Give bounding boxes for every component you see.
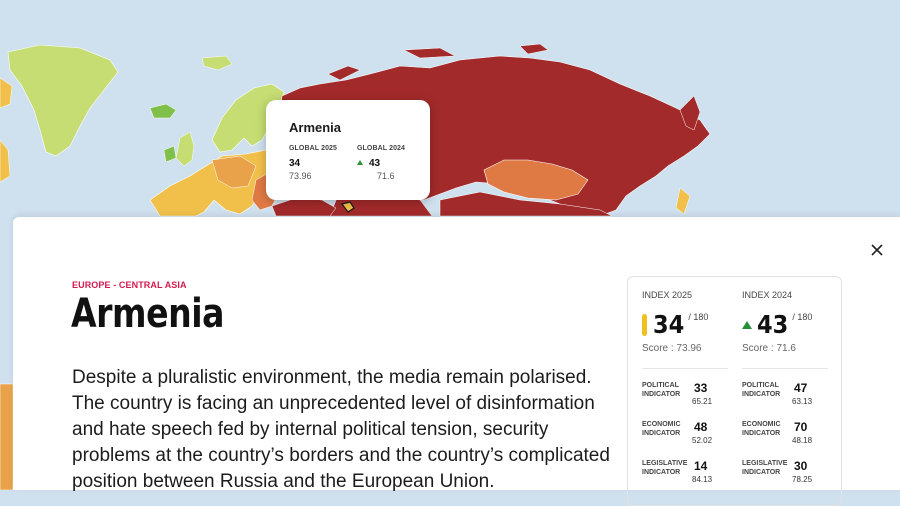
divider	[742, 368, 828, 369]
indicator-rank: 70	[794, 420, 808, 434]
tooltip-label-2024: GLOBAL 2024	[357, 145, 406, 152]
indicator-name: POLITICAL INDICATOR	[742, 382, 781, 398]
index-2024-of: / 180	[792, 312, 813, 322]
indicator-score: 52.02	[692, 436, 713, 445]
country-description: Despite a pluralistic environment, the m…	[72, 367, 610, 492]
indicator-row: POLITICAL INDICATOR 47 63.13	[742, 381, 832, 411]
tooltip-country-name: Armenia	[289, 120, 342, 135]
index-2025-score: Score : 73.96	[642, 343, 702, 354]
indicator-name: POLITICAL INDICATOR	[642, 382, 681, 398]
indicator-name: ECONOMIC INDICATOR	[642, 421, 681, 437]
index-2025-of: / 180	[688, 312, 709, 322]
rank-color-indicator	[642, 314, 647, 336]
indicator-row: ECONOMIC INDICATOR 70 48.18	[742, 420, 832, 450]
index-2024-column: INDEX 2024 43 / 180 Score : 71.6	[742, 290, 832, 354]
close-button[interactable]	[870, 243, 884, 257]
index-2024-score: Score : 71.6	[742, 343, 796, 354]
tooltip-rank-2025: 34	[289, 158, 301, 169]
close-icon	[871, 244, 883, 256]
tooltip-score-2025: 73.96	[289, 171, 312, 181]
region-label[interactable]: EUROPE - CENTRAL ASIA	[72, 280, 187, 290]
index-2024-rank: 43	[757, 310, 789, 339]
map-tooltip: Armenia GLOBAL 2025 34 73.96 GLOBAL 2024…	[266, 100, 430, 200]
tooltip-col-2025: GLOBAL 2025 34 73.96	[289, 145, 357, 181]
indicator-score: 65.21	[692, 397, 713, 406]
indicator-name: ECONOMIC INDICATOR	[742, 421, 781, 437]
indicator-score: 78.25	[792, 475, 813, 484]
indicator-row: LEGISLATIVE INDICATOR 14 84.13	[642, 459, 732, 489]
indicator-row: ECONOMIC INDICATOR 48 52.02	[642, 420, 732, 450]
indicator-rank: 48	[694, 420, 708, 434]
indicator-rank: 47	[794, 381, 808, 395]
indicator-score: 48.18	[792, 436, 813, 445]
indicator-rank: 33	[694, 381, 708, 395]
country-detail-panel: EUROPE - CENTRAL ASIA Armenia Despite a …	[13, 217, 900, 506]
index-card: INDEX 2025 34 / 180 Score : 73.96 INDEX …	[627, 276, 842, 506]
arrow-up-icon	[357, 160, 363, 165]
indicator-name: LEGISLATIVE INDICATOR	[642, 460, 688, 476]
tooltip-rank-2024: 43	[369, 158, 381, 169]
divider	[642, 368, 728, 369]
tooltip-label-2025: GLOBAL 2025	[289, 145, 338, 152]
arrow-up-icon	[742, 321, 752, 329]
indicator-name: LEGISLATIVE INDICATOR	[742, 460, 788, 476]
tooltip-score-2024: 71.6	[377, 171, 395, 181]
indicator-rank: 30	[794, 459, 808, 473]
index-2025-rank: 34	[653, 310, 685, 339]
indicator-score: 63.13	[792, 397, 813, 406]
indicator-row: POLITICAL INDICATOR 33 65.21	[642, 381, 732, 411]
index-2025-column: INDEX 2025 34 / 180 Score : 73.96	[642, 290, 732, 354]
indicator-score: 84.13	[692, 475, 713, 484]
index-2025-label: INDEX 2025	[642, 290, 693, 300]
country-title: Armenia	[71, 291, 224, 337]
country-africa-edge[interactable]	[0, 383, 14, 490]
tooltip-col-2024: GLOBAL 2024 43 71.6	[357, 145, 425, 181]
indicator-rank: 14	[694, 459, 708, 473]
index-2024-label: INDEX 2024	[742, 290, 793, 300]
indicator-row: LEGISLATIVE INDICATOR 30 78.25	[742, 459, 832, 489]
